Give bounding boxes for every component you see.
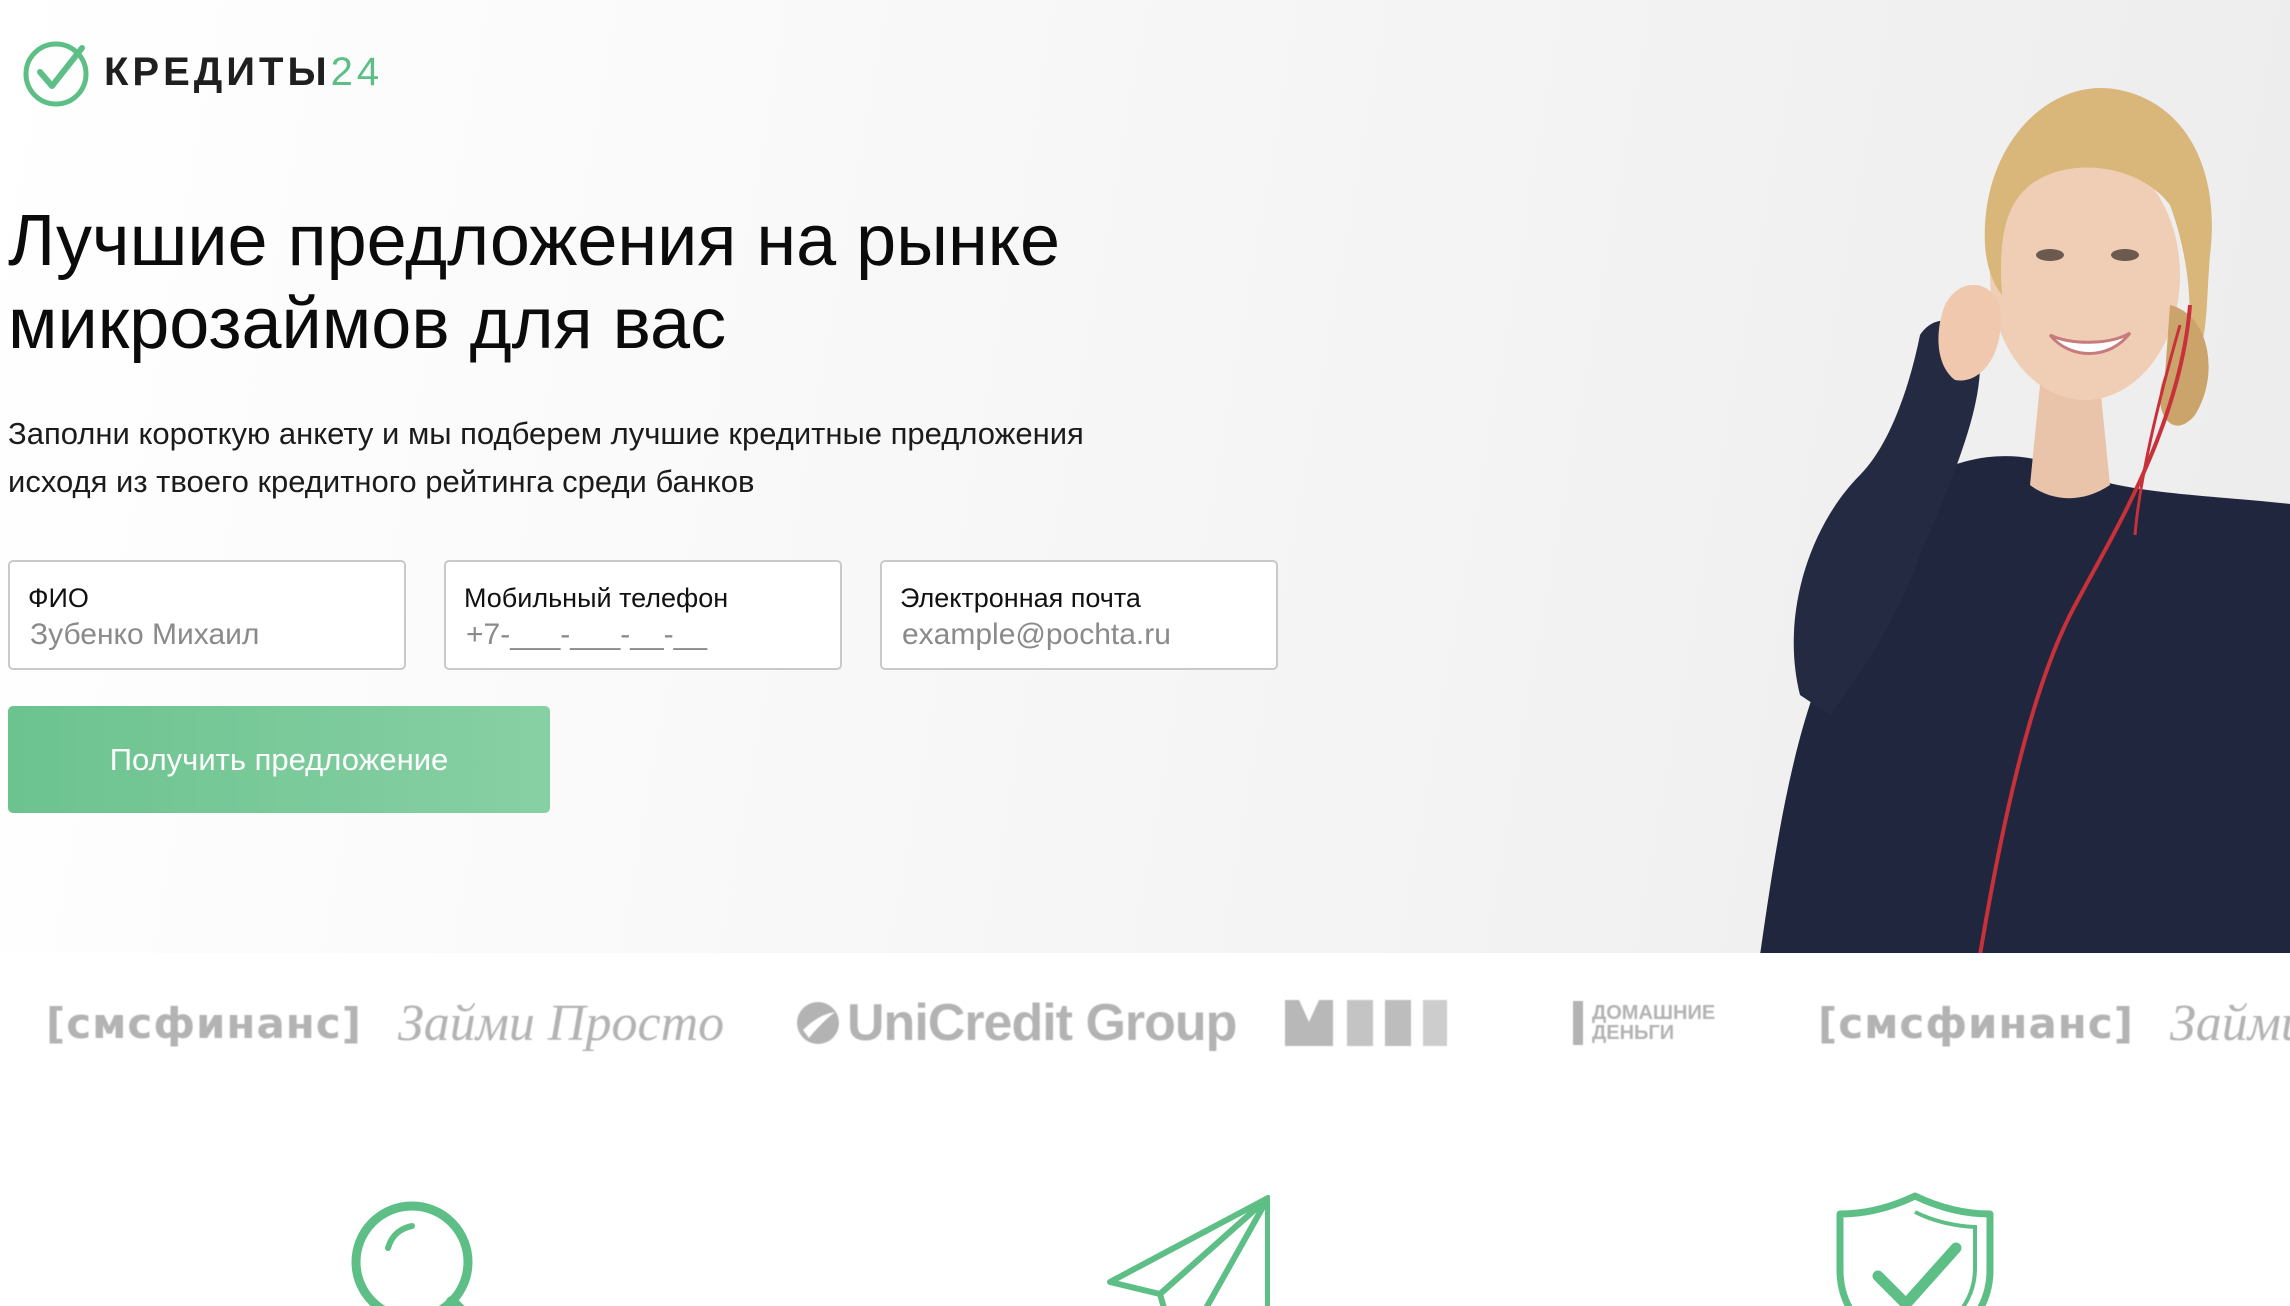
site-logo[interactable]: КРЕДИТЫ24 [20, 36, 383, 108]
hero-subtitle: Заполни короткую анкету и мы подберем лу… [8, 410, 1208, 506]
name-field-label: ФИО [28, 583, 89, 613]
partner-name: Займи Просто [398, 994, 725, 1052]
domashnie-dengi-icon [1573, 1001, 1583, 1045]
partner-name: Займи [2170, 994, 2290, 1052]
partner-name: [смсфинанс] [1818, 998, 2134, 1048]
logo-number: 24 [330, 49, 384, 94]
check-circle-icon [23, 41, 89, 107]
hero-woman-illustration [1760, 87, 2290, 953]
phone-field[interactable]: Мобильный телефон [444, 560, 842, 670]
partner-logo-smsfinance: [смсфинанс] [1818, 983, 2134, 1063]
unicredit-icon [797, 1002, 839, 1044]
name-input[interactable] [28, 618, 388, 652]
partners-strip: [смсфинанс] Займи Просто UniCredit Group… [0, 953, 2290, 1083]
get-offer-button[interactable]: Получить предложение [8, 706, 550, 813]
email-field[interactable]: Электронная почта [880, 560, 1278, 670]
feature-search [340, 1190, 510, 1306]
partner-name: ДОМАШНИЕ ДЕНЬГИ [1592, 1002, 1716, 1044]
partner-logo-unicredit: UniCredit Group [795, 983, 1237, 1063]
shield-check-icon [1836, 1192, 1994, 1306]
subtitle-line-2: исходя из твоего кредитного рейтинга сре… [8, 464, 755, 499]
partner-logo-zaimi-prosto: Займи Просто [398, 983, 724, 1063]
logo-wordmark: КРЕДИТЫ24 [104, 50, 383, 95]
partner-logo-smsfinance: [смсфинанс] [46, 983, 362, 1063]
feature-send [1100, 1190, 1270, 1306]
email-field-label: Электронная почта [900, 583, 1141, 613]
partner-logo-mili [1285, 983, 1447, 1063]
name-field[interactable]: ФИО [8, 560, 406, 670]
partner-logo-zaimi-prosto: Займи [2170, 983, 2290, 1063]
partner-name: [смсфинанс] [46, 998, 362, 1048]
logo-name: КРЕДИТЫ [104, 49, 331, 94]
page-title: Лучшие предложения на рынке микрозаймов … [8, 200, 1208, 366]
partner-logo-domashnie-dengi: ДОМАШНИЕ ДЕНЬГИ [1570, 983, 1718, 1063]
phone-input[interactable] [464, 618, 824, 652]
mili-logo-icon [1285, 1000, 1447, 1046]
partner-name: UniCredit Group [847, 994, 1237, 1052]
hero-section: КРЕДИТЫ24 Лучшие предложения на рынке ми… [0, 0, 2290, 953]
headline-line-1: Лучшие предложения на рынке [8, 201, 1061, 281]
feature-security [1830, 1190, 2000, 1306]
magnifier-icon [351, 1201, 473, 1306]
headline-line-2: микрозаймов для вас [8, 284, 727, 364]
subtitle-line-1: Заполни короткую анкету и мы подберем лу… [8, 416, 1084, 451]
paper-plane-icon [1107, 1195, 1270, 1306]
email-input[interactable] [900, 618, 1260, 652]
phone-field-label: Мобильный телефон [464, 583, 729, 613]
